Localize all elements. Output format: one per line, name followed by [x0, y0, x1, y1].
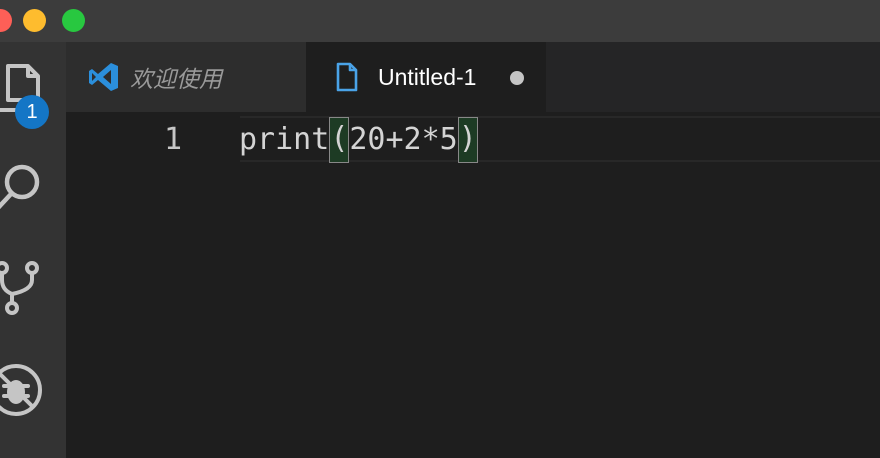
- activity-bar: 1: [0, 42, 66, 458]
- source-control-icon[interactable]: [0, 258, 48, 318]
- close-window-button[interactable]: [0, 9, 12, 32]
- search-icon[interactable]: [0, 156, 48, 216]
- minimize-window-button[interactable]: [23, 9, 46, 32]
- tab-bar: 欢迎使用 Untitled-1: [66, 42, 880, 112]
- file-icon: [330, 61, 362, 93]
- vscode-logo-icon: [88, 61, 120, 93]
- unsaved-dot-icon[interactable]: [510, 71, 524, 85]
- open-paren: (: [329, 117, 350, 163]
- line-number: 1: [164, 122, 183, 157]
- tab-untitled-label: Untitled-1: [378, 63, 477, 90]
- files-badge: 1: [15, 95, 49, 129]
- editor-area[interactable]: 1 print ( 20+2*5 ): [66, 112, 880, 458]
- maximize-window-button[interactable]: [62, 9, 85, 32]
- vscode-window: 1 欢迎使用 Untitled-1 1 print (20+2*5): [0, 0, 880, 458]
- close-paren: ): [457, 117, 478, 163]
- title-bar: [0, 0, 880, 42]
- function-name: print: [239, 122, 330, 157]
- tab-welcome-label: 欢迎使用: [130, 67, 222, 93]
- tab-untitled-1[interactable]: Untitled-1: [306, 42, 546, 112]
- debug-icon[interactable]: [0, 360, 48, 420]
- code-line[interactable]: print ( 20+2*5 ): [239, 117, 478, 163]
- expression: 20+2*5: [349, 122, 458, 157]
- tab-welcome[interactable]: 欢迎使用: [66, 42, 306, 112]
